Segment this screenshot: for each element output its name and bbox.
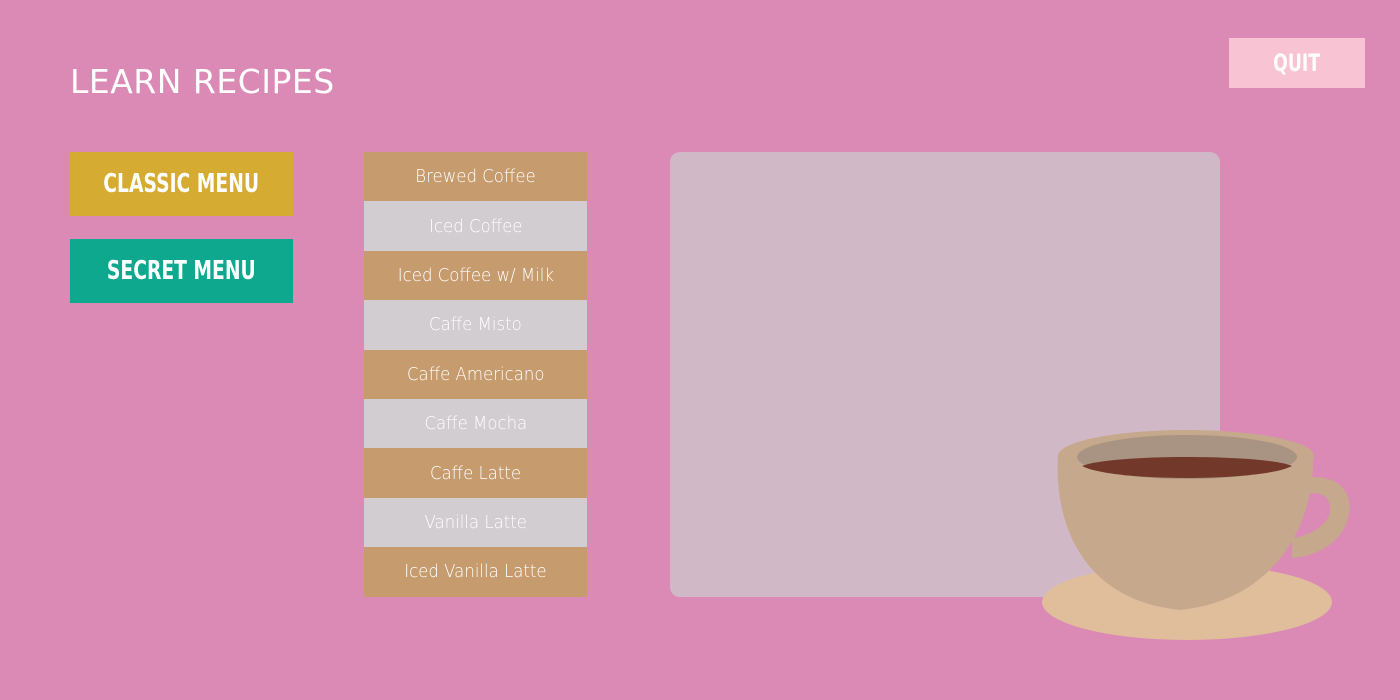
page-title: LEARN RECIPES [70,62,335,101]
recipe-item-label: Caffe Americano [406,363,545,385]
quit-button-label: QUIT [1273,49,1321,77]
recipe-item-caffe-mocha[interactable]: Caffe Mocha [364,398,587,449]
secret-menu-button[interactable]: SECRET MENU [70,239,293,303]
recipe-item-label: Iced Coffee w/ Milk [397,264,554,286]
secret-menu-label: SECRET MENU [107,256,256,286]
recipe-item-caffe-americano[interactable]: Caffe Americano [364,349,587,399]
coffee-cup-icon [1042,430,1350,640]
recipe-item-label: Caffe Misto [429,314,522,336]
learn-recipes-screen: LEARN RECIPES QUIT CLASSIC MENU SECRET M… [0,0,1400,700]
recipe-item-iced-vanilla-latte[interactable]: Iced Vanilla Latte [364,547,587,597]
classic-menu-label: CLASSIC MENU [103,169,260,199]
classic-menu-button[interactable]: CLASSIC MENU [70,152,293,216]
recipe-item-iced-coffee-with-milk[interactable]: Iced Coffee w/ Milk [364,250,587,301]
recipe-item-label: Brewed Coffee [415,166,536,188]
recipe-item-label: Iced Coffee [428,215,523,237]
recipe-item-brewed-coffee[interactable]: Brewed Coffee [364,152,587,202]
recipe-item-label: Vanilla Latte [424,511,527,533]
recipe-item-iced-coffee[interactable]: Iced Coffee [364,201,587,251]
recipe-item-label: Caffe Mocha [424,413,527,435]
recipe-list: Brewed Coffee Iced Coffee Iced Coffee w/… [364,152,587,597]
recipe-item-label: Caffe Latte [429,462,522,484]
recipe-item-vanilla-latte[interactable]: Vanilla Latte [364,497,587,548]
quit-button[interactable]: QUIT [1229,38,1365,88]
recipe-item-caffe-latte[interactable]: Caffe Latte [364,448,587,498]
recipe-item-caffe-misto[interactable]: Caffe Misto [364,300,587,350]
recipe-item-label: Iced Vanilla Latte [404,561,547,583]
